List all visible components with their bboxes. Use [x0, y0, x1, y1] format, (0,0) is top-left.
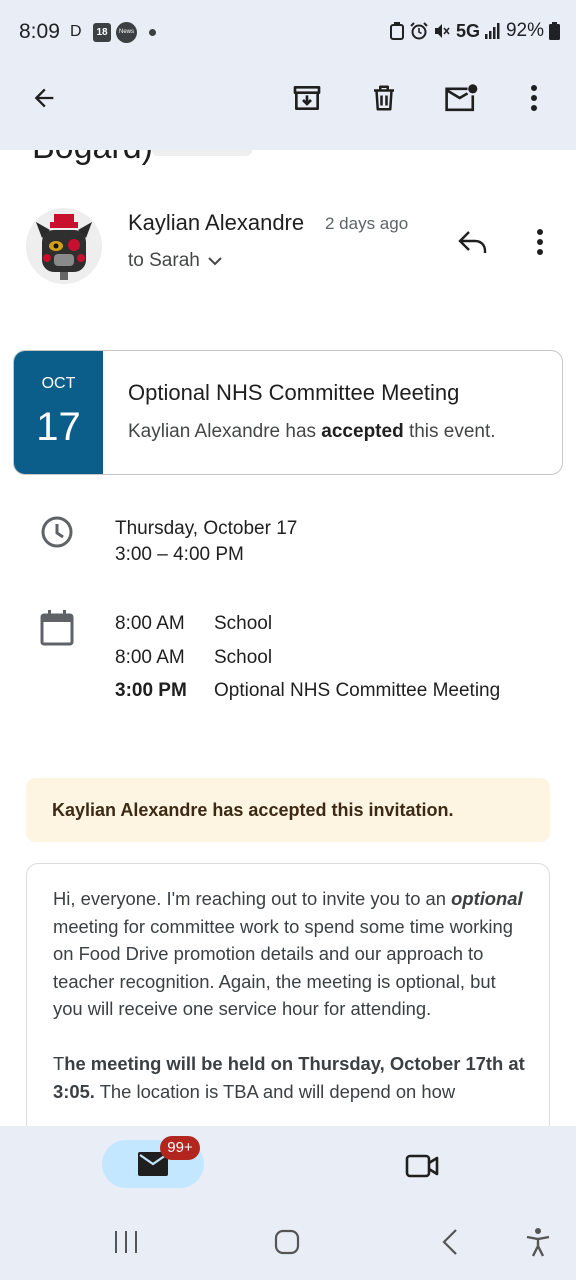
status-bar: 8:09 D 18 News 5G 92% [0, 0, 576, 64]
arrow-back-icon [34, 88, 54, 108]
recipient-details-toggle[interactable]: to Sarah [128, 250, 222, 272]
message-body-text: Hi, everyone. I'm reaching out to invite… [53, 885, 529, 1133]
home-button[interactable] [265, 1222, 309, 1262]
system-navigation-bar [0, 1204, 576, 1280]
accepted-notice-text: Kaylian Alexandre has accepted this invi… [52, 800, 454, 820]
recipient-label: to Sarah [128, 250, 200, 271]
agenda-item[interactable]: 8:00 AM School [115, 613, 272, 635]
status-time: 8:09 [19, 20, 60, 43]
video-camera-icon [405, 1154, 439, 1178]
agenda-name: School [214, 647, 273, 668]
archive-icon [293, 86, 321, 110]
back-button[interactable] [18, 72, 70, 124]
agenda-time: 8:00 AM [115, 613, 185, 634]
news-notification-icon: News [116, 22, 137, 43]
event-month: OCT [41, 375, 76, 392]
agenda-time: 3:00 PM [115, 680, 187, 701]
battery-icon [549, 22, 560, 40]
event-status-prefix: Kaylian Alexandre has [128, 421, 322, 442]
recent-apps-icon [115, 1231, 137, 1253]
agenda-name: School [214, 613, 273, 634]
event-date-line: Thursday, October 17 [115, 518, 298, 539]
status-carrier-letter: D [70, 23, 82, 40]
bottom-navigation: 99+ [0, 1126, 576, 1204]
event-status: Kaylian Alexandre has accepted this even… [128, 421, 496, 443]
agenda-time: 8:00 AM [115, 647, 185, 668]
mark-unread-button[interactable] [435, 72, 487, 124]
meet-tab[interactable] [398, 1146, 446, 1186]
mark-unread-icon [445, 84, 478, 112]
more-notifications-dot-icon [149, 29, 156, 36]
body-paragraph: The meeting will be held on Thursday, Oc… [53, 1050, 529, 1105]
chevron-left-icon [442, 1229, 457, 1255]
sender-name[interactable]: Kaylian Alexandre [128, 210, 304, 236]
trash-icon [374, 85, 394, 111]
network-type: 5G [455, 20, 480, 41]
body-p2-b: The location is TBA and will depend on h… [94, 1080, 456, 1102]
message-body: Hi, everyone. I'm reaching out to invite… [26, 863, 550, 1163]
body-paragraph: Hi, everyone. I'm reaching out to invite… [53, 885, 529, 1023]
body-p1-b: meeting for committee work to spend some… [53, 915, 513, 1020]
unread-count-badge: 99+ [160, 1136, 200, 1160]
clock-icon [41, 516, 73, 548]
body-p1-a: Hi, everyone. I'm reaching out to invite… [53, 888, 452, 909]
event-status-bold: accepted [321, 421, 404, 442]
signal-icon [484, 23, 500, 39]
more-vert-icon [537, 229, 543, 255]
event-day: 17 [36, 405, 81, 449]
accessibility-icon [526, 1228, 550, 1257]
system-back-button[interactable] [428, 1222, 472, 1262]
recycle-icon [389, 22, 404, 40]
agenda-item-current[interactable]: 3:00 PM Optional NHS Committee Meeting [115, 680, 500, 702]
more-vert-icon [531, 85, 537, 111]
message-time: 2 days ago [325, 214, 409, 233]
chevron-down-icon [208, 257, 222, 266]
delete-button[interactable] [358, 72, 410, 124]
accepted-notice: Kaylian Alexandre has accepted this invi… [26, 778, 550, 842]
sender-avatar[interactable] [26, 208, 102, 284]
home-icon [274, 1229, 300, 1255]
calendar-icon [40, 610, 74, 646]
calendar-notification-icon: 18 [93, 23, 111, 42]
mute-icon [434, 24, 450, 38]
reply-icon [458, 231, 487, 253]
archive-button[interactable] [281, 72, 333, 124]
more-options-button[interactable] [508, 72, 560, 124]
agenda-item[interactable]: 8:00 AM School [115, 647, 272, 669]
battery-percent: 92% [505, 20, 544, 41]
event-status-suffix: this event. [403, 421, 496, 442]
status-right-icons: 5G 92% [389, 20, 560, 42]
message-more-button[interactable] [520, 222, 560, 262]
recent-apps-button[interactable] [104, 1222, 148, 1262]
alarm-icon [410, 22, 428, 40]
top-app-bar: 8:09 D 18 News 5G 92% [0, 0, 576, 150]
avatar-image [36, 214, 92, 280]
event-date-block: OCT 17 [14, 351, 103, 474]
reply-button[interactable] [450, 222, 496, 262]
body-p2-a: T [53, 1053, 65, 1074]
event-card[interactable]: OCT 17 Optional NHS Committee Meeting Ka… [13, 350, 563, 475]
event-time-line: 3:00 – 4:00 PM [115, 544, 244, 565]
agenda-name: Optional NHS Committee Meeting [214, 680, 501, 701]
body-p1-emphasis: optional [451, 888, 523, 909]
accessibility-button[interactable] [516, 1222, 560, 1262]
event-title: Optional NHS Committee Meeting [128, 380, 460, 405]
